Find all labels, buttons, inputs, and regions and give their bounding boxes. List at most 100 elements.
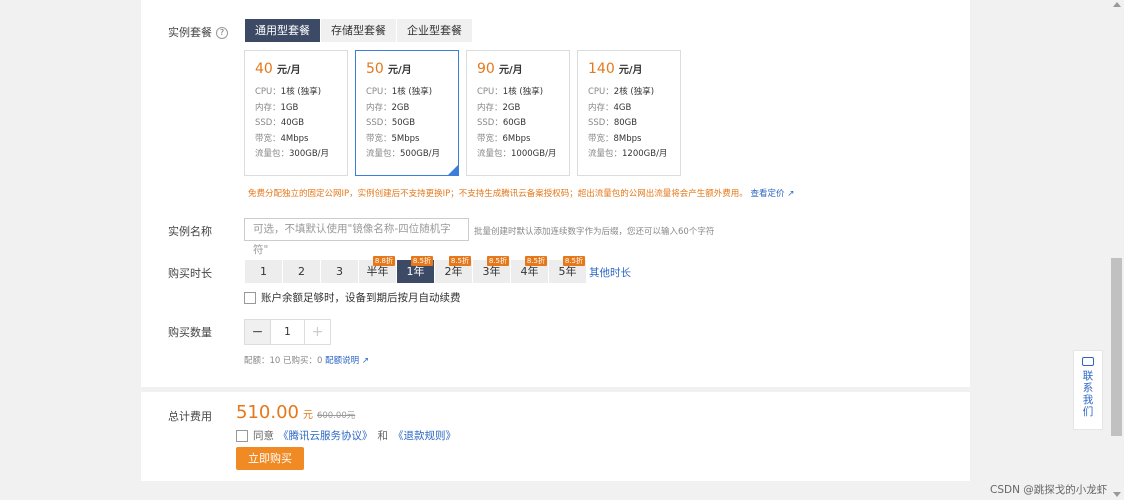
discount-badge: 8.5折 <box>486 256 509 266</box>
spec-cpu: 1核 (独享) <box>502 87 544 97</box>
duration-label-text: 1 <box>260 265 267 278</box>
spec-label: SSD： <box>477 118 503 128</box>
other-duration-link[interactable]: 其他时长 <box>589 265 631 280</box>
spec-bw: 8Mbps <box>613 133 642 144</box>
total-price: 510.00 元 600.00元 <box>236 402 355 423</box>
quantity-stepper: − 1 + <box>244 319 331 345</box>
plan-unit: 元/月 <box>387 65 412 76</box>
instance-name-input[interactable]: 可选，不填默认使用"镜像名称-四位随机字符" <box>244 218 469 256</box>
duration-label-text: 3 <box>336 265 343 278</box>
plan-card-40[interactable]: 40 元/月 CPU：1核 (独享) 内存：1GB SSD：40GB 带宽：4M… <box>244 50 348 176</box>
plan-unit: 元/月 <box>498 65 523 76</box>
spec-mem: 2GB <box>391 102 410 113</box>
duration-3-year[interactable]: 3年 8.5折 <box>473 256 510 283</box>
tab-enterprise[interactable]: 企业型套餐 <box>397 19 472 42</box>
pricing-link[interactable]: 查看定价 <box>750 189 784 199</box>
quantity-input[interactable]: 1 <box>270 320 305 344</box>
quota-info: 配额：10 已购买：0 配额说明 ↗ <box>244 354 369 366</box>
spec-ssd: 50GB <box>391 118 416 128</box>
plan-price: 40 <box>255 61 273 77</box>
duration-1-year[interactable]: 1年 8.5折 <box>397 256 434 283</box>
spec-label: SSD： <box>255 118 281 128</box>
duration-label: 购买时长 <box>168 267 212 280</box>
quantity-plus-button[interactable]: + <box>305 320 330 344</box>
spec-label: 带宽： <box>588 133 614 144</box>
plan-unit: 元/月 <box>276 65 301 76</box>
plan-card-50[interactable]: 50 元/月 CPU：1核 (独享) 内存：2GB SSD：50GB 带宽：5M… <box>355 50 459 176</box>
contact-us-button[interactable]: 联系我们 <box>1073 350 1103 430</box>
auto-renew-text: 账户余额足够时，设备到期后按月自动续费 <box>261 292 461 304</box>
total-label: 总计费用 <box>168 410 212 423</box>
discount-badge: 8.8折 <box>372 256 395 266</box>
auto-renew-checkbox[interactable] <box>244 291 256 304</box>
instance-package-label: 实例套餐? <box>168 24 228 40</box>
spec-label: 流量包： <box>588 149 623 159</box>
discount-badge: 8.5折 <box>448 256 471 266</box>
selected-check-icon <box>448 165 458 175</box>
spec-label: 流量包： <box>255 149 290 159</box>
external-link-icon: ↗ <box>359 356 369 366</box>
quota-text: 配额：10 已购买：0 <box>244 356 323 366</box>
plan-unit: 元/月 <box>618 65 643 76</box>
duration-label-text: 2年 <box>444 265 463 278</box>
refund-rules-link[interactable]: 《退款规则》 <box>393 428 456 443</box>
contact-us-text: 联系我们 <box>1082 370 1094 418</box>
total-amount: 510.00 <box>236 402 299 423</box>
tab-general[interactable]: 通用型套餐 <box>245 19 320 42</box>
duration-2-year[interactable]: 2年 8.5折 <box>435 256 472 283</box>
section-divider <box>141 387 970 392</box>
scroll-up-icon[interactable] <box>1113 2 1121 7</box>
spec-label: 内存： <box>366 102 392 113</box>
spec-ssd: 60GB <box>502 118 527 128</box>
spec-traffic: 500GB/月 <box>400 149 441 159</box>
duration-label-text: 2 <box>298 265 305 278</box>
plan-card-140[interactable]: 140 元/月 CPU：2核 (独享) 内存：4GB SSD：80GB 带宽：8… <box>577 50 681 176</box>
spec-label: SSD： <box>366 118 392 128</box>
ip-notice: 免费分配独立的固定公网IP，实例创建后不支持更换IP；不支持生成腾讯云备案授权码… <box>248 187 794 199</box>
spec-label: CPU： <box>255 87 281 97</box>
duration-1-month[interactable]: 1 <box>245 260 282 283</box>
agreement-prefix: 同意 <box>253 430 274 442</box>
spec-mem: 2GB <box>502 102 521 113</box>
duration-half-year[interactable]: 半年 8.8折 <box>359 256 396 283</box>
duration-2-month[interactable]: 2 <box>283 260 320 283</box>
buy-now-button[interactable]: 立即购买 <box>236 447 304 470</box>
scrollbar-thumb[interactable] <box>1111 258 1122 436</box>
spec-label: CPU： <box>588 87 614 97</box>
discount-badge: 8.5折 <box>410 256 433 266</box>
duration-4-year[interactable]: 4年 8.5折 <box>511 256 548 283</box>
spec-cpu: 1核 (独享) <box>391 87 433 97</box>
help-icon[interactable]: ? <box>216 27 228 39</box>
quota-help-link[interactable]: 配额说明 <box>325 356 359 366</box>
instance-package-label-text: 实例套餐 <box>168 26 212 39</box>
package-tabs: 通用型套餐 存储型套餐 企业型套餐 <box>245 19 473 42</box>
plan-card-90[interactable]: 90 元/月 CPU：1核 (独享) 内存：2GB SSD：60GB 带宽：6M… <box>466 50 570 176</box>
spec-bw: 5Mbps <box>391 133 420 144</box>
agreement-checkbox[interactable] <box>236 429 248 442</box>
service-agreement-link[interactable]: 《腾讯云服务协议》 <box>278 428 373 443</box>
discount-badge: 8.5折 <box>562 256 585 266</box>
tab-storage[interactable]: 存储型套餐 <box>321 19 396 42</box>
plan-cards: 40 元/月 CPU：1核 (独享) 内存：1GB SSD：40GB 带宽：4M… <box>244 50 688 176</box>
auto-renew: 账户余额足够时，设备到期后按月自动续费 <box>244 290 461 305</box>
plan-price: 140 <box>588 61 615 77</box>
notice-text: 免费分配独立的固定公网IP，实例创建后不支持更换IP；不支持生成腾讯云备案授权码… <box>248 189 748 199</box>
duration-label-text: 半年 <box>366 265 389 278</box>
spec-mem: 4GB <box>613 102 632 113</box>
spec-traffic: 300GB/月 <box>289 149 330 159</box>
spec-bw: 6Mbps <box>502 133 531 144</box>
spec-label: 内存： <box>477 102 503 113</box>
duration-label-text: 4年 <box>520 265 539 278</box>
spec-label: CPU： <box>366 87 392 97</box>
discount-badge: 8.5折 <box>524 256 547 266</box>
instance-name-hint: 批量创建时默认添加连续数字作为后缀，您还可以输入60个字符 <box>474 227 715 237</box>
plan-price: 50 <box>366 61 384 77</box>
duration-3-month[interactable]: 3 <box>321 260 358 283</box>
duration-label-text: 3年 <box>482 265 501 278</box>
quantity-minus-button[interactable]: − <box>245 320 270 344</box>
spec-label: 带宽： <box>477 133 503 144</box>
scroll-down-icon[interactable] <box>1113 492 1121 497</box>
duration-5-year[interactable]: 5年 8.5折 <box>549 256 586 283</box>
duration-options: 1 2 3 半年 8.8折 1年 8.5折 2年 8.5折 3年 8.5折 4年 8.5折… <box>245 256 587 283</box>
spec-ssd: 80GB <box>613 118 638 128</box>
